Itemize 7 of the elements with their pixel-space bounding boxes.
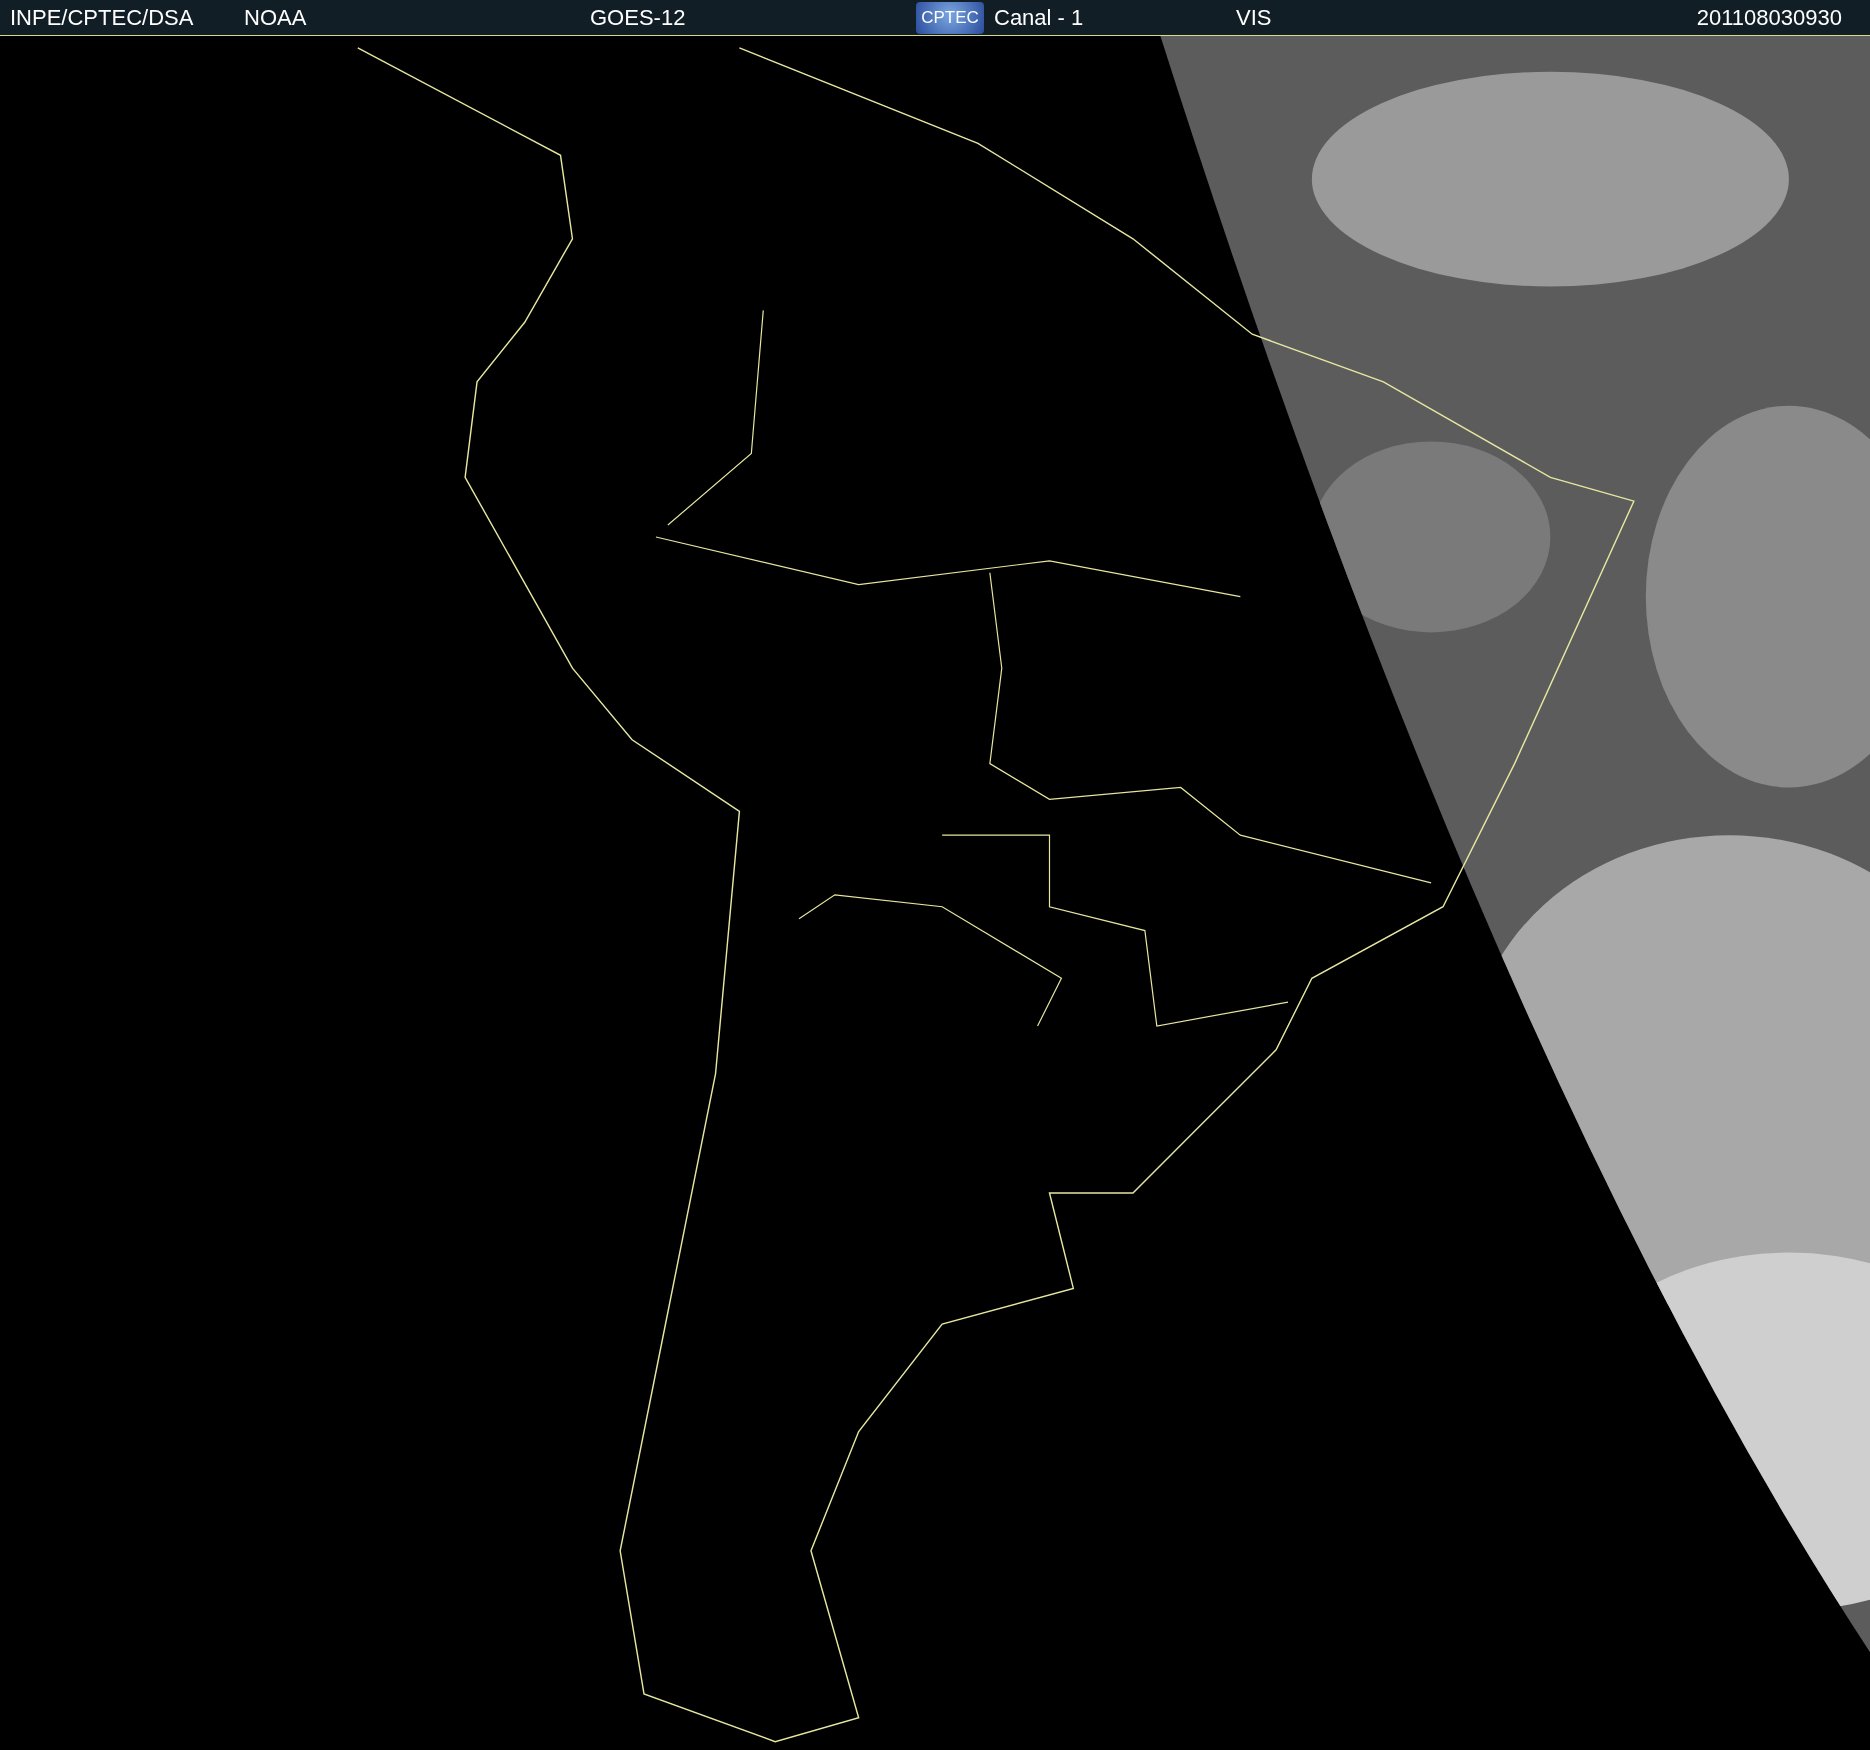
agency-label: NOAA — [244, 4, 307, 31]
source-label: INPE/CPTEC/DSA — [10, 4, 194, 31]
satellite-label: GOES-12 — [590, 4, 686, 31]
band-label: VIS — [1236, 4, 1272, 31]
channel-label: Canal - 1 — [994, 4, 1084, 31]
logo: CPTEC — [916, 1, 984, 34]
timestamp-label: 201108030930 — [1696, 4, 1842, 31]
